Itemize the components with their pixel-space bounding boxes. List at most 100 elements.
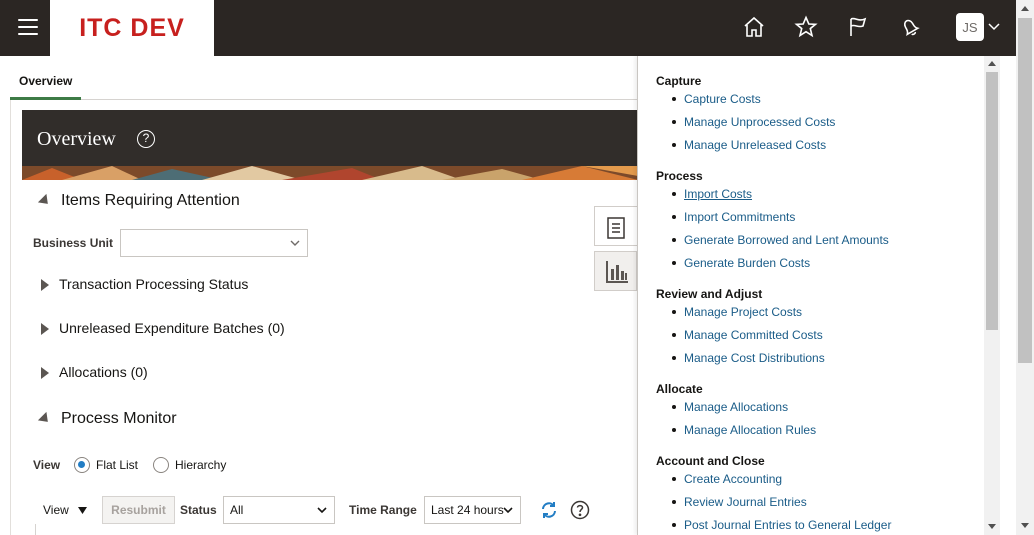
page-title: Overview <box>37 128 116 150</box>
transaction-processing-status-row[interactable]: Transaction Processing Status <box>41 276 248 292</box>
task-link[interactable]: Generate Borrowed and Lent Amounts <box>684 233 889 247</box>
bullet <box>672 238 676 242</box>
task-link[interactable]: Manage Allocations <box>684 400 788 414</box>
scroll-down-icon[interactable] <box>988 524 996 529</box>
flat-list-radio[interactable] <box>74 457 90 473</box>
task-link[interactable]: Import Commitments <box>684 210 795 224</box>
time-range-label: Time Range <box>349 503 417 517</box>
brand-name: ITC DEV <box>79 13 185 42</box>
scroll-down-icon[interactable] <box>1021 523 1029 528</box>
page-scroll-thumb[interactable] <box>1018 18 1032 363</box>
view-menu-label: View <box>43 503 69 517</box>
caret-down-icon <box>78 507 88 514</box>
section-title: Items Requiring Attention <box>61 192 240 209</box>
page-tabs: Overview <box>10 56 637 100</box>
bullet <box>672 477 676 481</box>
task-link[interactable]: Capture Costs <box>684 92 761 106</box>
bullet <box>672 428 676 432</box>
view-label: View <box>33 458 61 472</box>
task-link[interactable]: Manage Cost Distributions <box>684 351 825 365</box>
business-unit-select[interactable] <box>120 229 308 257</box>
overview-panel: Overview ? Items Requiring Attention Bus… <box>10 100 638 535</box>
chevron-down-icon <box>290 240 300 246</box>
page-scrollbar[interactable] <box>1016 0 1034 535</box>
time-range-value: Last 24 hours <box>431 503 504 517</box>
drawer-scrollbar[interactable] <box>984 56 1000 535</box>
status-value: All <box>230 503 244 517</box>
view-menu[interactable]: View <box>43 503 88 517</box>
task-list-icon <box>607 217 625 239</box>
user-avatar[interactable]: JS <box>956 13 984 41</box>
tasks-drawer: Capture Capture Costs Manage Unprocessed… <box>637 56 984 535</box>
scroll-up-icon[interactable] <box>988 61 996 66</box>
task-link[interactable]: Post Journal Entries to General Ledger <box>684 518 891 532</box>
chevron-down-icon <box>317 507 327 514</box>
bullet <box>672 261 676 265</box>
scroll-up-icon[interactable] <box>1021 6 1029 11</box>
task-link[interactable]: Manage Committed Costs <box>684 328 823 342</box>
flag-icon[interactable] <box>846 15 870 39</box>
unreleased-expenditure-batches-row[interactable]: Unreleased Expenditure Batches (0) <box>41 320 285 336</box>
avatar-initials: JS <box>962 19 978 35</box>
row-label: Unreleased Expenditure Batches (0) <box>59 320 285 336</box>
task-link[interactable]: Generate Burden Costs <box>684 256 810 270</box>
flat-list-label[interactable]: Flat List <box>96 458 138 472</box>
bullet <box>672 215 676 219</box>
row-label: Allocations (0) <box>59 364 148 380</box>
help-icon[interactable] <box>570 500 590 520</box>
bullet <box>672 405 676 409</box>
bar-chart-icon <box>606 261 628 283</box>
task-link[interactable]: Manage Allocation Rules <box>684 423 816 437</box>
expand-icon[interactable] <box>41 323 49 336</box>
bullet <box>672 120 676 124</box>
process-table-edge <box>35 524 638 535</box>
navigator-menu-icon[interactable] <box>18 19 38 37</box>
task-link[interactable]: Manage Unprocessed Costs <box>684 115 835 129</box>
chevron-down-icon[interactable] <box>988 22 1000 32</box>
bullet <box>672 310 676 314</box>
task-link[interactable]: Review Journal Entries <box>684 495 807 509</box>
task-link[interactable]: Manage Unreleased Costs <box>684 138 826 152</box>
section-title: Process Monitor <box>61 410 177 427</box>
drawer-scroll-thumb[interactable] <box>986 72 998 330</box>
bullet <box>672 143 676 147</box>
tasks-drawer-tab[interactable] <box>594 206 637 246</box>
bullet <box>672 97 676 101</box>
task-link[interactable]: Manage Project Costs <box>684 305 802 319</box>
tab-overview[interactable]: Overview <box>10 56 82 100</box>
banner-decoration <box>22 166 638 180</box>
bullet <box>672 192 676 196</box>
items-requiring-attention-heading[interactable]: Items Requiring Attention <box>37 192 240 210</box>
notifications-bell-icon[interactable] <box>898 15 922 39</box>
analytics-drawer-tab[interactable] <box>594 251 637 291</box>
hierarchy-radio[interactable] <box>153 457 169 473</box>
process-monitor-heading[interactable]: Process Monitor <box>37 410 177 428</box>
brand-logo[interactable]: ITC DEV <box>50 0 214 56</box>
task-link[interactable]: Create Accounting <box>684 472 782 486</box>
business-unit-label: Business Unit <box>33 236 114 250</box>
help-icon[interactable]: ? <box>137 130 155 148</box>
bullet <box>672 523 676 527</box>
status-label: Status <box>180 503 217 517</box>
bullet <box>672 356 676 360</box>
collapse-icon[interactable] <box>37 193 53 208</box>
tasks-group-heading: Account and Close <box>656 454 765 468</box>
resubmit-button[interactable]: Resubmit <box>102 496 175 524</box>
row-label: Transaction Processing Status <box>59 276 249 292</box>
home-icon[interactable] <box>742 15 766 39</box>
tasks-group-heading: Review and Adjust <box>656 287 763 301</box>
hierarchy-label[interactable]: Hierarchy <box>175 458 226 472</box>
task-link[interactable]: Import Costs <box>684 187 752 201</box>
overview-banner: Overview ? <box>22 110 638 180</box>
favorites-star-icon[interactable] <box>794 15 818 39</box>
chevron-down-icon <box>503 507 513 514</box>
refresh-icon[interactable] <box>540 501 558 519</box>
bullet <box>672 500 676 504</box>
collapse-icon[interactable] <box>37 411 53 426</box>
bullet <box>672 333 676 337</box>
expand-icon[interactable] <box>41 367 49 380</box>
time-range-select[interactable]: Last 24 hours <box>424 496 521 524</box>
expand-icon[interactable] <box>41 279 49 292</box>
status-select[interactable]: All <box>223 496 335 524</box>
allocations-row[interactable]: Allocations (0) <box>41 364 148 380</box>
